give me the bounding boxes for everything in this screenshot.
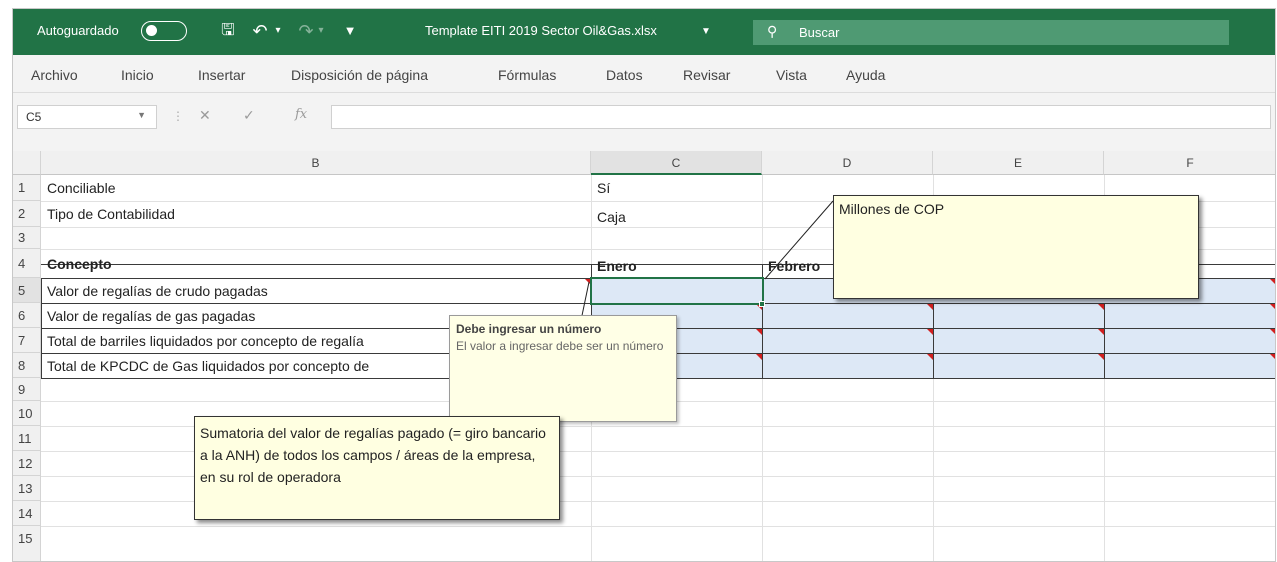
tab-inicio[interactable]: Inicio	[121, 67, 154, 83]
row-header-1[interactable]: 1	[13, 175, 41, 201]
formula-bar-separator-icon: ⋮	[172, 109, 184, 123]
row-header-11[interactable]: 11	[13, 426, 41, 451]
gridline	[41, 526, 1275, 527]
comment-indicator-icon	[1098, 304, 1104, 310]
fill-handle[interactable]	[759, 301, 765, 307]
row-header-13[interactable]: 13	[13, 476, 41, 501]
tab-formulas[interactable]: Fórmulas	[498, 67, 556, 83]
table-border	[1104, 303, 1105, 378]
row-header-6[interactable]: 6	[13, 303, 41, 328]
comment-indicator-icon	[1098, 354, 1104, 360]
row-header-5[interactable]: 5	[13, 278, 41, 303]
comment-indicator-icon	[756, 354, 762, 360]
ribbon-tabs: Archivo Inicio Insertar Disposición de p…	[13, 55, 1275, 93]
row-header-10[interactable]: 10	[13, 401, 41, 426]
validation-tooltip: Debe ingresar un número El valor a ingre…	[449, 315, 677, 422]
validation-title: Debe ingresar un número	[456, 322, 602, 336]
cell-b7[interactable]: Total de barriles liquidados por concept…	[43, 329, 364, 353]
tab-revisar[interactable]: Revisar	[683, 67, 730, 83]
active-cell-c5[interactable]	[590, 277, 764, 305]
comment-indicator-icon	[1098, 329, 1104, 335]
column-header-f[interactable]: F	[1104, 151, 1275, 175]
name-box-dropdown-icon[interactable]: ▼	[137, 110, 146, 120]
cell-b5[interactable]: Valor de regalías de crudo pagadas	[43, 279, 268, 303]
undo-dropdown-icon[interactable]: ▾	[273, 19, 283, 43]
row-header-14[interactable]: 14	[13, 501, 41, 526]
tab-vista[interactable]: Vista	[776, 67, 807, 83]
comment-sum-note[interactable]: Sumatoria del valor de regalías pagado (…	[194, 416, 560, 520]
comment-indicator-icon	[1270, 329, 1275, 335]
redo-dropdown-icon[interactable]: ▾	[316, 19, 326, 43]
cell-d4[interactable]: Febrero	[764, 254, 820, 278]
tab-insertar[interactable]: Insertar	[198, 67, 245, 83]
enter-icon[interactable]: ✓	[243, 107, 255, 124]
worksheet-grid[interactable]: B C D E F 1 2 3 4 5 6 7 8 9 10 11 12 13 …	[13, 151, 1275, 561]
comment-indicator-icon	[1270, 304, 1275, 310]
cell-b2[interactable]: Tipo de Contabilidad	[43, 202, 175, 226]
undo-icon[interactable]: ↶	[249, 19, 271, 43]
search-box[interactable]: ⚲ Buscar	[753, 20, 1229, 45]
cell-b6[interactable]: Valor de regalías de gas pagadas	[43, 304, 255, 328]
table-border	[41, 278, 42, 378]
title-dropdown-icon[interactable]: ▼	[701, 26, 711, 37]
comment-indicator-icon	[927, 354, 933, 360]
cancel-icon[interactable]: ✕	[199, 107, 211, 124]
cell-b4[interactable]: Concepto	[43, 252, 112, 276]
column-header-b[interactable]: B	[41, 151, 591, 175]
redo-icon[interactable]: ↷	[296, 19, 316, 43]
row-header-8[interactable]: 8	[13, 353, 41, 378]
row-header-12[interactable]: 12	[13, 451, 41, 476]
name-box[interactable]: C5 ▼	[17, 105, 157, 129]
save-icon[interactable]: 🖫	[217, 19, 239, 43]
document-title[interactable]: Template EITI 2019 Sector Oil&Gas.xlsx	[425, 23, 657, 38]
cell-c1[interactable]: Sí	[593, 176, 610, 200]
column-header-c[interactable]: C	[591, 151, 762, 175]
excel-window: Autoguardado 🖫 ↶ ▾ ↷ ▾ ▼ Template EITI 2…	[12, 8, 1276, 562]
comment-indicator-icon	[1270, 354, 1275, 360]
row-header-9[interactable]: 9	[13, 378, 41, 401]
formula-input[interactable]	[331, 105, 1271, 129]
row-header-2[interactable]: 2	[13, 201, 41, 227]
row-header-3[interactable]: 3	[13, 227, 41, 249]
search-placeholder: Buscar	[799, 25, 840, 40]
cell-c4[interactable]: Enero	[593, 254, 637, 278]
row-header-7[interactable]: 7	[13, 328, 41, 353]
comment-indicator-icon	[1270, 279, 1275, 285]
validation-message: El valor a ingresar debe ser un número	[456, 339, 664, 353]
comment-indicator-icon	[756, 329, 762, 335]
column-header-e[interactable]: E	[933, 151, 1104, 175]
tab-datos[interactable]: Datos	[606, 67, 643, 83]
insert-function-icon[interactable]: fx	[295, 107, 307, 122]
autosave-toggle[interactable]	[141, 21, 187, 41]
cell-c2[interactable]: Caja	[593, 205, 626, 229]
comment-indicator-icon	[927, 304, 933, 310]
formula-bar: C5 ▼ ⋮ ✕ ✓ fx	[13, 93, 1275, 151]
name-box-value: C5	[26, 110, 42, 124]
toggle-knob	[146, 25, 157, 36]
search-icon: ⚲	[767, 23, 778, 39]
comment-indicator-icon	[927, 329, 933, 335]
tab-disposicion-de-pagina[interactable]: Disposición de página	[291, 67, 428, 83]
column-header-d[interactable]: D	[762, 151, 933, 175]
comment-sum-text: Sumatoria del valor de regalías pagado (…	[200, 425, 546, 485]
row-header-4[interactable]: 4	[13, 249, 41, 278]
comment-unit-note[interactable]: Millones de COP	[833, 195, 1199, 299]
cell-b1[interactable]: Conciliable	[43, 176, 115, 200]
select-all-corner[interactable]	[13, 151, 41, 175]
tab-archivo[interactable]: Archivo	[31, 67, 78, 83]
customize-toolbar-icon[interactable]: ▼	[343, 19, 357, 43]
cell-b8[interactable]: Total de KPCDC de Gas liquidados por con…	[43, 354, 369, 378]
title-bar: Autoguardado 🖫 ↶ ▾ ↷ ▾ ▼ Template EITI 2…	[13, 9, 1275, 55]
autosave-label: Autoguardado	[37, 23, 119, 38]
comment-unit-text: Millones de COP	[839, 201, 945, 217]
tab-ayuda[interactable]: Ayuda	[846, 67, 885, 83]
row-header-15[interactable]: 15	[13, 526, 41, 561]
table-border	[933, 303, 934, 378]
